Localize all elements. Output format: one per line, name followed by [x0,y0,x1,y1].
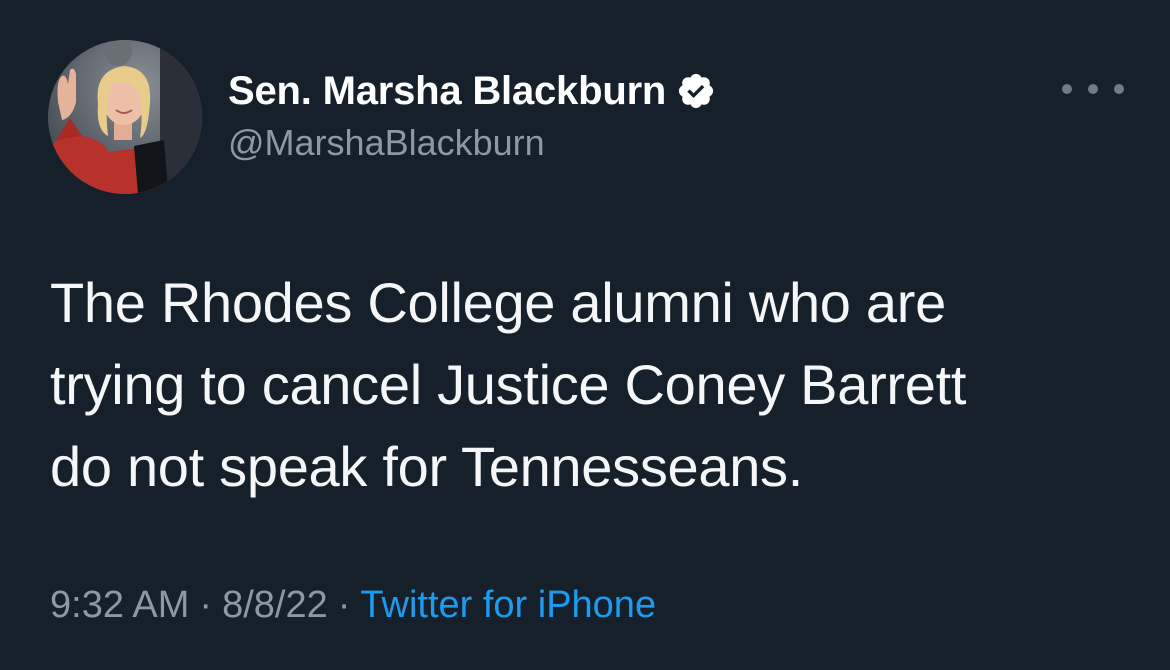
more-dot [1114,84,1124,94]
tweet-text: The Rhodes College alumni who are trying… [50,262,1140,508]
tweet-time[interactable]: 9:32 AM [50,584,189,626]
avatar[interactable] [48,40,202,194]
author-display-name[interactable]: Sen. Marsha Blackburn [228,69,666,114]
tweet-text-line: do not speak for Tennesseans. [50,435,804,498]
tweet-text-line: The Rhodes College alumni who are [50,271,946,334]
avatar-photo [48,40,202,194]
tweet-source-link[interactable]: Twitter for iPhone [360,584,656,626]
tweet-meta: 9:32 AM · 8/8/22 · Twitter for iPhone [50,584,656,627]
tweet-text-line: trying to cancel Justice Coney Barrett [50,353,967,416]
more-dot [1062,84,1072,94]
meta-separator: · [337,584,351,626]
tweet-date[interactable]: 8/8/22 [222,584,328,626]
more-options-icon[interactable] [1062,74,1124,104]
verified-badge-icon [676,71,716,111]
meta-separator: · [199,584,213,626]
author-name-row[interactable]: Sen. Marsha Blackburn [228,64,716,118]
author-handle[interactable]: @MarshaBlackburn [228,122,545,164]
tweet-card: Sen. Marsha Blackburn @MarshaBlackburn T… [0,0,1170,670]
more-dot [1088,84,1098,94]
